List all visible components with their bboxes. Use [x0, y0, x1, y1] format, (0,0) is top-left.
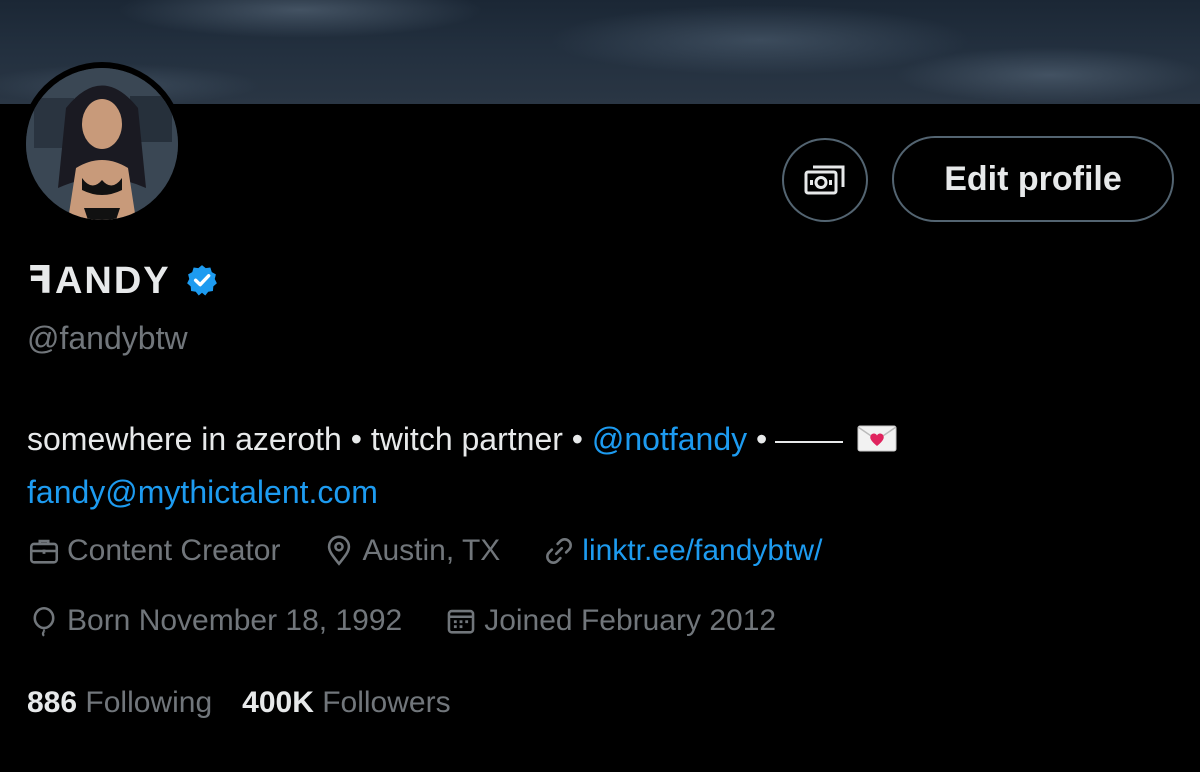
follow-stats: 886 Following 400K Followers: [27, 686, 481, 720]
bio-dash-rule: [775, 440, 844, 443]
link-icon: [546, 538, 573, 564]
location-item: Austin, TX: [322, 534, 500, 568]
monetization-button[interactable]: [782, 138, 868, 222]
location-pin-icon: [328, 535, 351, 566]
bio-separator: •: [747, 421, 768, 457]
profile-dates-row: Born November 18, 1992 Joined February 2…: [27, 604, 818, 638]
profile-banner[interactable]: [0, 0, 1200, 104]
birthday-label: Born November 18, 1992: [67, 604, 403, 637]
balloon-icon: [33, 606, 55, 637]
money-icon: [804, 165, 845, 195]
following-count: 886: [27, 686, 78, 719]
avatar[interactable]: [26, 68, 178, 220]
avatar-illustration: [26, 68, 178, 220]
website-item: linktr.ee/fandybtw/: [542, 534, 822, 568]
joined-label: Joined February 2012: [484, 604, 777, 637]
name-row: ꟻANDY: [27, 255, 219, 305]
bio-text: somewhere in azeroth • twitch partner •: [27, 421, 592, 457]
category-label: Content Creator: [67, 534, 281, 567]
joined-item: Joined February 2012: [444, 604, 776, 638]
followers-label: Followers: [322, 686, 451, 719]
bio-mention-link[interactable]: @notfandy: [592, 421, 747, 457]
calendar-icon: [447, 609, 475, 634]
followers-count: 400K: [242, 686, 314, 719]
user-handle: @fandybtw: [27, 320, 188, 356]
following-label: Following: [85, 686, 213, 719]
briefcase-icon: [29, 539, 59, 564]
love-letter-icon: [857, 417, 897, 467]
edit-profile-button[interactable]: Edit profile: [892, 136, 1174, 222]
bio: somewhere in azeroth • twitch partner • …: [27, 414, 1177, 517]
following-link[interactable]: 886 Following: [27, 686, 212, 720]
verified-badge-icon[interactable]: [185, 263, 219, 297]
profile-meta-row: Content Creator Austin, TX linktr.ee/fan…: [27, 534, 864, 568]
website-link[interactable]: linktr.ee/fandybtw/: [582, 534, 822, 568]
bio-email-link[interactable]: fandy@mythictalent.com: [27, 474, 378, 510]
category-item: Content Creator: [27, 534, 280, 568]
birthday-item: Born November 18, 1992: [27, 604, 402, 638]
followers-link[interactable]: 400K Followers: [242, 686, 450, 720]
display-name: ꟻANDY: [27, 259, 171, 302]
location-label: Austin, TX: [362, 534, 501, 567]
